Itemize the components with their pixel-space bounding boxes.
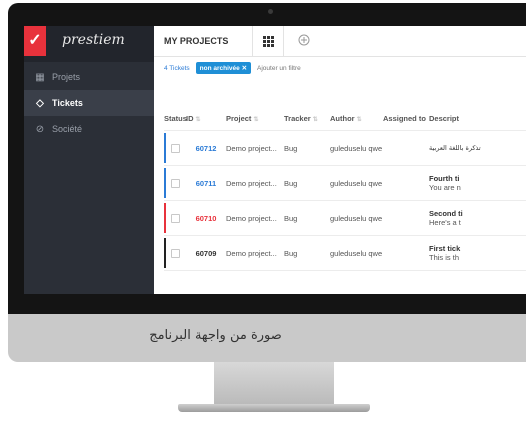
row-status-bar [164, 168, 166, 198]
grid-icon [262, 35, 274, 47]
project-cell: Demo project... [226, 248, 277, 258]
row-status-bar [164, 133, 166, 163]
table-header: Status ID ⇅ Project ⇅ Tracker ⇅ Author ⇅ Ass… [164, 106, 526, 131]
grid-view-button[interactable] [252, 26, 284, 56]
filter-chip-non-archivee[interactable]: non archivée ✕ [195, 62, 252, 74]
project-cell: Demo project... [226, 213, 277, 223]
row-checkbox[interactable] [170, 178, 180, 188]
sidebar: ✓ prestiem ▦ Projets ◇ Tickets ⊘ Société [24, 26, 154, 294]
row-checkbox[interactable] [170, 143, 180, 153]
author-cell: guleduselu qwe [330, 143, 383, 153]
description-cell: Second ti Here's a t [429, 209, 526, 227]
section-title: MY PROJECTS [164, 36, 229, 46]
description-snippet: Here's a t [429, 218, 461, 227]
column-header-project[interactable]: Project ⇅ [226, 114, 284, 123]
caption: صورة من واجهة البرنامج [149, 328, 282, 343]
description-title: Fourth ti [429, 174, 460, 183]
description-cell: Fourth ti You are n [429, 174, 526, 192]
close-icon[interactable]: ✕ [242, 65, 247, 72]
tracker-cell: Bug [284, 143, 298, 153]
tracker-cell: Bug [284, 178, 298, 188]
app-screen: ✓ prestiem ▦ Projets ◇ Tickets ⊘ Société… [24, 26, 526, 294]
compass-icon: ⊘ [35, 123, 45, 135]
project-cell: Demo project... [226, 143, 277, 153]
ticket-id-link[interactable]: 60712 [186, 144, 226, 153]
grid-icon: ▦ [35, 71, 45, 83]
column-header-status[interactable]: Status [164, 114, 187, 123]
sort-icon: ⇅ [356, 116, 362, 123]
sidebar-item-label: Tickets [52, 98, 83, 108]
row-checkbox[interactable] [170, 248, 180, 258]
table-row[interactable]: 60712 Demo project... Bug guleduselu qwe… [164, 131, 526, 166]
row-status-bar [164, 238, 166, 268]
description-snippet: You are n [429, 183, 461, 192]
column-header-author[interactable]: Author ⇅ [330, 114, 383, 123]
column-header-assigned[interactable]: Assigned to [383, 114, 429, 123]
table-row[interactable]: 60710 Demo project... Bug guleduselu qwe… [164, 201, 526, 236]
table-row[interactable]: 60711 Demo project... Bug guleduselu qwe… [164, 166, 526, 201]
row-status-bar [164, 203, 166, 233]
ticket-count: 4 Tickets [164, 64, 190, 72]
column-header-id[interactable]: ID ⇅ [186, 114, 226, 123]
tracker-cell: Bug [284, 248, 298, 258]
sort-icon: ⇅ [195, 116, 201, 123]
column-header-tracker[interactable]: Tracker ⇅ [284, 114, 330, 123]
filter-chip-label: non archivée [199, 65, 240, 72]
tickets-table: Status ID ⇅ Project ⇅ Tracker ⇅ Author ⇅ Ass… [164, 106, 526, 271]
ticket-id-link[interactable]: 60710 [186, 214, 226, 223]
top-bar: MY PROJECTS [154, 26, 526, 57]
monitor-base [178, 404, 370, 412]
column-header-description[interactable]: Descript [429, 114, 526, 123]
sidebar-item-projets[interactable]: ▦ Projets [24, 64, 154, 90]
sidebar-item-societe[interactable]: ⊘ Société [24, 116, 154, 142]
row-checkbox[interactable] [170, 213, 180, 223]
description-title: First tick [429, 244, 461, 253]
sidebar-item-tickets[interactable]: ◇ Tickets [24, 90, 154, 116]
brand[interactable]: ✓ prestiem [24, 26, 154, 62]
table-row[interactable]: 60709 Demo project... Bug guleduselu qwe… [164, 236, 526, 271]
sort-icon: ⇅ [253, 116, 259, 123]
monitor-chin: صورة من واجهة البرنامج [8, 314, 526, 362]
sidebar-item-label: Projets [52, 72, 81, 82]
author-cell: guleduselu qwe [330, 178, 383, 188]
brand-logo-mark: ✓ [24, 26, 46, 56]
author-cell: guleduselu qwe [330, 213, 383, 223]
camera-dot [268, 9, 273, 14]
add-project-button[interactable] [284, 34, 324, 49]
sort-icon: ⇅ [312, 116, 318, 123]
tag-icon: ◇ [36, 97, 44, 109]
add-filter-link[interactable]: Ajouter un filtre [257, 65, 301, 72]
tracker-cell: Bug [284, 213, 298, 223]
plus-circle-icon [298, 34, 310, 45]
brand-name: prestiem [62, 32, 125, 48]
description-cell: First tick This is th [429, 244, 526, 262]
description-snippet: This is th [429, 253, 460, 262]
ticket-id-link[interactable]: 60711 [186, 179, 226, 188]
monitor-stand [214, 362, 334, 406]
filter-bar: 4 Tickets non archivée ✕ Ajouter un filt… [154, 57, 526, 79]
description-title: Second ti [429, 209, 463, 218]
ticket-id-link[interactable]: 60709 [186, 249, 226, 258]
author-cell: guleduselu qwe [330, 248, 383, 258]
main-content: MY PROJECTS 4 Tickets non archivée ✕ Ajo… [154, 26, 526, 294]
sidebar-item-label: Société [52, 124, 83, 134]
project-cell: Demo project... [226, 178, 277, 188]
description-cell: تذكرة باللغة العربية [429, 144, 481, 152]
